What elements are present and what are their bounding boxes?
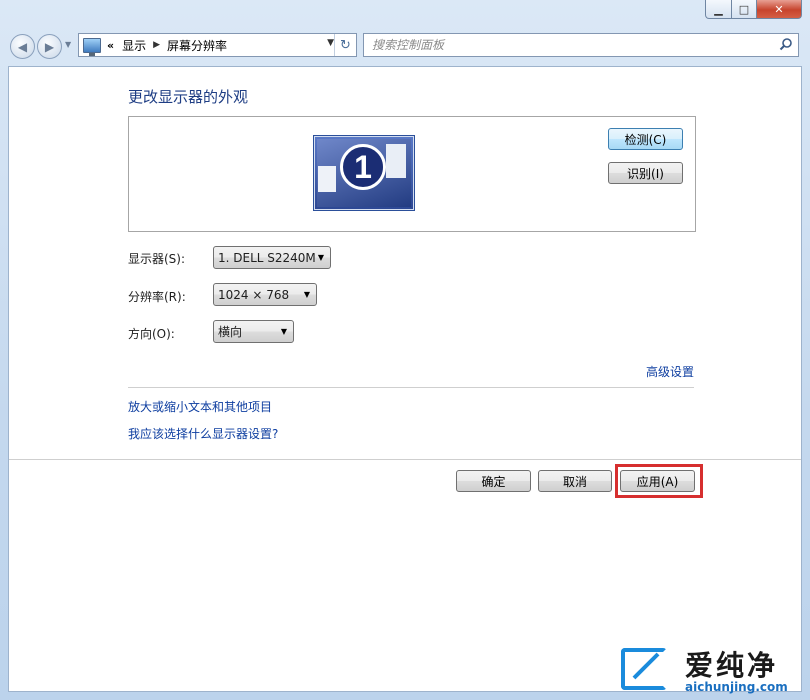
search-icon[interactable] <box>779 37 793 51</box>
back-arrow-icon: ◀ <box>17 39 28 54</box>
resolution-select[interactable]: 1024 × 768 ▼ <box>213 283 317 306</box>
advanced-settings-link[interactable]: 高级设置 <box>646 363 694 380</box>
back-button[interactable]: ◀ <box>10 34 35 59</box>
close-button[interactable]: ✕ <box>757 0 802 19</box>
search-input[interactable] <box>370 37 774 53</box>
recent-pages-dropdown[interactable]: ▼ <box>65 40 71 49</box>
watermark-url: aichunjing.com <box>685 680 788 694</box>
breadcrumb-overflow[interactable]: « <box>107 39 114 52</box>
page-title: 更改显示器的外观 <box>128 88 249 106</box>
forward-arrow-icon: ▶ <box>44 39 55 54</box>
section-divider <box>128 387 694 388</box>
refresh-button[interactable]: ↻ <box>334 34 356 56</box>
orientation-label: 方向(O): <box>128 327 175 341</box>
address-dropdown-icon[interactable]: ▼ <box>327 38 334 48</box>
navigation-bar: ◀ ▶ ▼ « 显示 ▶ 屏幕分辨率 ▼ ↻ <box>0 28 810 62</box>
breadcrumb-screen-resolution[interactable]: 屏幕分辨率 <box>167 37 227 54</box>
breadcrumb-display[interactable]: 显示 <box>122 37 146 54</box>
resize-text-link[interactable]: 放大或缩小文本和其他项目 <box>128 398 272 415</box>
window-preview <box>318 166 336 192</box>
apply-highlight-box <box>615 464 703 498</box>
monitor-preview-panel: 1 检测(C) 识别(I) <box>128 116 696 232</box>
caption-buttons: ▁ □ ✕ <box>705 0 802 19</box>
window-frame: ▁ □ ✕ ◀ ▶ ▼ « 显示 ▶ 屏幕分辨率 ▼ ↻ 更改显示器的外观 <box>0 0 810 700</box>
minimize-button[interactable]: ▁ <box>705 0 732 19</box>
watermark-text: 爱纯净 <box>685 649 779 682</box>
breadcrumb-separator-icon[interactable]: ▶ <box>153 40 160 50</box>
orientation-select[interactable]: 横向 ▼ <box>213 320 294 343</box>
detect-button[interactable]: 检测(C) <box>608 128 683 150</box>
display-label: 显示器(S): <box>128 252 186 266</box>
main-content: 更改显示器的外观 1 检测(C) 识别(I) 显示器(S): 1. DELL S… <box>8 66 802 692</box>
search-box[interactable] <box>363 33 799 57</box>
address-bar[interactable]: « 显示 ▶ 屏幕分辨率 ▼ ↻ <box>78 33 357 57</box>
resolution-label: 分辨率(R): <box>128 290 186 304</box>
display-select[interactable]: 1. DELL S2240M ▼ <box>213 246 331 269</box>
display-value: 1. DELL S2240M <box>218 250 316 265</box>
forward-button[interactable]: ▶ <box>37 34 62 59</box>
footer-divider <box>9 459 801 460</box>
chevron-down-icon: ▼ <box>280 327 287 336</box>
chevron-down-icon: ▼ <box>317 253 324 262</box>
monitor-number-badge: 1 <box>340 144 386 190</box>
orientation-value: 横向 <box>218 325 243 339</box>
cancel-button[interactable]: 取消 <box>538 470 612 492</box>
watermark-logo: 爱纯净 aichunjing.com <box>615 638 805 698</box>
maximize-button[interactable]: □ <box>732 0 757 19</box>
identify-button[interactable]: 识别(I) <box>608 162 683 184</box>
chevron-down-icon: ▼ <box>303 290 310 299</box>
which-settings-link[interactable]: 我应该选择什么显示器设置? <box>128 425 278 442</box>
control-panel-icon <box>83 37 101 56</box>
monitor-1-thumbnail[interactable]: 1 <box>313 135 415 211</box>
refresh-icon: ↻ <box>340 37 351 53</box>
window-preview-secondary <box>386 144 406 178</box>
ok-button[interactable]: 确定 <box>456 470 531 492</box>
resolution-value: 1024 × 768 <box>218 287 290 302</box>
